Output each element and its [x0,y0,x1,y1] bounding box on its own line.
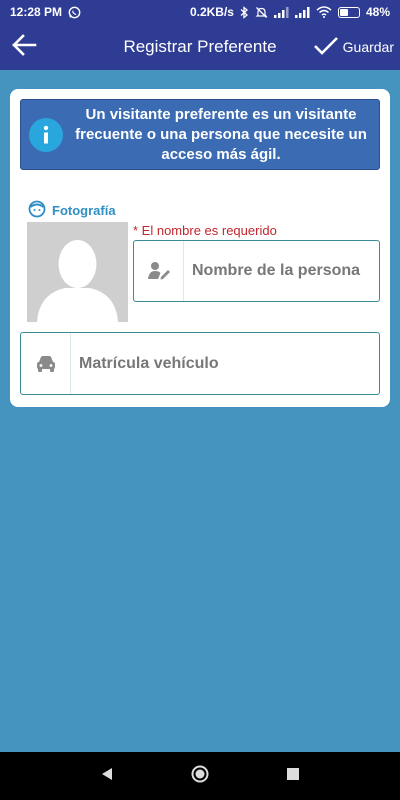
photo-label: Fotografía [28,200,116,221]
battery-percent: 48% [365,5,390,19]
checkmark-icon [313,36,339,59]
person-silhouette-icon [27,222,128,322]
car-icon [21,333,71,394]
battery-icon [337,6,360,18]
square-recents-icon [287,767,300,785]
wifi-icon [316,6,332,18]
triangle-back-icon [100,767,114,786]
form-card: Un visitante preferente es un visitante … [10,89,390,407]
plate-input[interactable] [71,333,379,394]
mute-icon [255,6,268,19]
info-icon [29,117,63,152]
nav-recents-button[interactable] [269,752,317,800]
nav-back-button[interactable] [83,752,131,800]
name-error-message: * El nombre es requerido [133,223,277,238]
info-banner: Un visitante preferente es un visitante … [20,99,380,170]
system-nav-bar [0,752,400,800]
status-time: 12:28 PM [10,5,63,19]
photo-label-text: Fotografía [52,203,116,218]
photo-placeholder[interactable] [27,222,128,322]
plate-field[interactable] [20,332,380,395]
name-input[interactable] [184,241,379,301]
bluetooth-icon [240,5,249,19]
circle-home-icon [191,765,209,788]
whatsapp-icon [68,6,81,19]
name-field[interactable] [133,240,380,302]
save-button[interactable]: Guardar [313,24,394,70]
network-speed: 0.2KB/s [189,5,234,19]
save-label: Guardar [342,39,394,55]
arrow-left-icon [11,33,37,61]
signal-icon-2 [294,6,310,18]
signal-icon [273,6,289,18]
back-button[interactable] [0,24,48,70]
status-bar: 12:28 PM 0.2KB/s 48% [0,0,400,24]
person-edit-icon [134,241,184,301]
face-icon [28,200,46,221]
info-message: Un visitante preferente es un visitante … [75,105,367,163]
nav-home-button[interactable] [176,752,224,800]
app-bar: Registrar Preferente Guardar [0,24,400,70]
